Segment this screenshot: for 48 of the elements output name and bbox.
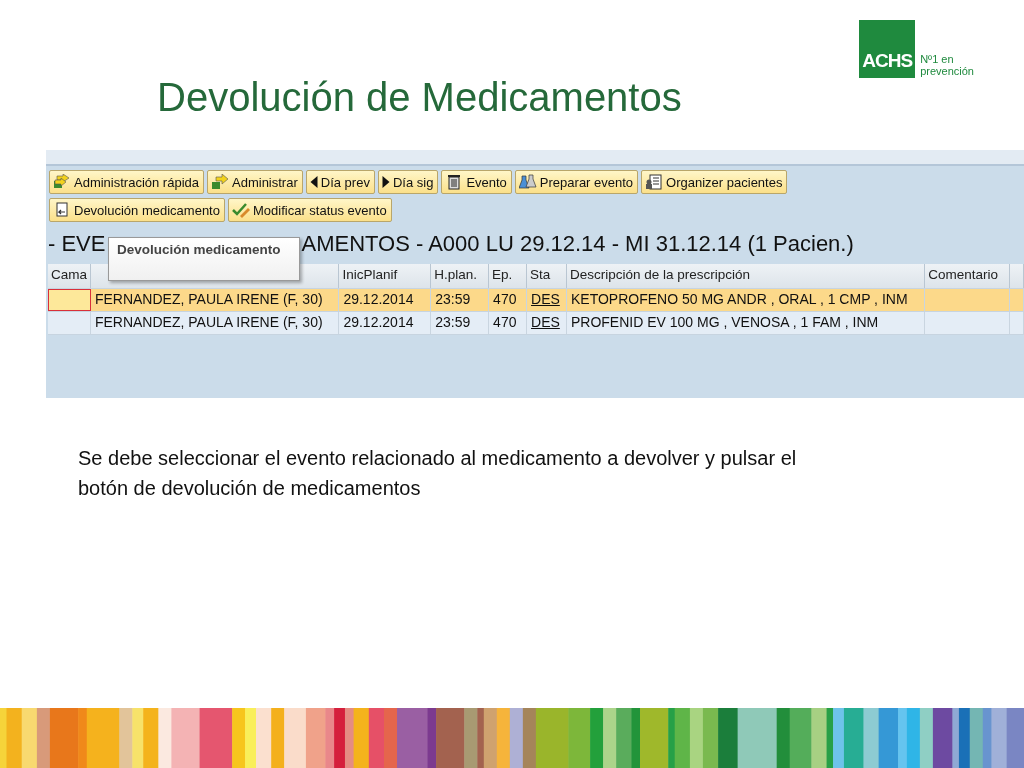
toolbar-button[interactable]: Evento (441, 170, 512, 194)
tooltip: Devolución medicamento (108, 237, 300, 281)
toolbar-button[interactable]: Administración rápida (49, 170, 204, 194)
toolbar-button[interactable]: Día sig (377, 170, 439, 194)
table-cell: 470 (489, 289, 528, 311)
table-cell: FERNANDEZ, PAULA IRENE (F, 30) (90, 312, 340, 334)
column-header: Cama (48, 264, 91, 288)
left-triangle-icon (309, 176, 318, 188)
column-header: Comentario (925, 264, 1010, 288)
table-row[interactable]: FERNANDEZ, PAULA IRENE (F, 30) 29.12.2014 23:59 470 DES PROFENID EV 100 MG , VENOSA , 1 FAM , INM (48, 312, 1024, 335)
table-cell: 29.12.2014 (339, 289, 432, 311)
logo-tagline: Nº1 en (920, 53, 955, 65)
document-person-icon (645, 174, 664, 190)
return-document-icon (53, 202, 71, 218)
column-header (1010, 264, 1024, 288)
column-header: Ep. (489, 264, 528, 288)
column-header: Sta (527, 264, 567, 288)
toolbar-button[interactable]: Día prev (305, 170, 375, 194)
toolbar-button[interactable]: Preparar evento (514, 170, 639, 194)
table-cell: 29.12.2014 (339, 312, 432, 334)
column-header: Descripción de la prescripción (566, 264, 926, 288)
toolbar-button[interactable]: Devolución medicamento (49, 198, 225, 222)
caption-text: Se debe seleccionar el evento relacionado al medicamento a devolver y pulsar el botón de devolución de medicamentos (78, 446, 798, 501)
list-heading: - EVE (48, 231, 106, 257)
list-heading: AMENTOS - A000 LU 29.12.14 - MI 31.12.14 (1 Pacien.) (301, 231, 854, 257)
toolbar-button[interactable]: Modificar status evento (227, 198, 392, 222)
table-cell: 23:59 (431, 289, 490, 311)
column-header: H.plan. (431, 264, 490, 288)
check-pencil-icon (231, 202, 250, 218)
table-cell: 23:59 (431, 312, 490, 334)
column-header: InicPlanif (339, 264, 432, 288)
toolbar-button[interactable]: Organizer pacientes (641, 170, 788, 194)
arrow-icon (53, 174, 71, 190)
right-triangle-icon (381, 176, 390, 188)
table-row[interactable]: FERNANDEZ, PAULA IRENE (F, 30) 29.12.2014 23:59 470 DES KETOPROFENO 50 MG ANDR , ORAL , 1 CMP , INM (48, 289, 1024, 312)
table-cell: PROFENID EV 100 MG , VENOSA , 1 FAM , INM (566, 312, 926, 334)
slide-title: Devolución de Medicamentos (157, 74, 682, 120)
table-cell: KETOPROFENO 50 MG ANDR , ORAL , 1 CMP , INM (566, 289, 926, 311)
logo-mark: ACHS (859, 20, 916, 78)
status-link[interactable]: DES (531, 314, 560, 330)
table-cell (48, 289, 91, 311)
table-cell: FERNANDEZ, PAULA IRENE (F, 30) (90, 289, 340, 311)
flask-icon (518, 174, 537, 190)
logo-tagline: prevención (920, 65, 974, 77)
status-link[interactable]: DES (531, 291, 560, 307)
toolbar-button[interactable]: Administrar (207, 170, 303, 194)
arrow-icon (211, 174, 229, 190)
table-cell: 470 (489, 312, 528, 334)
